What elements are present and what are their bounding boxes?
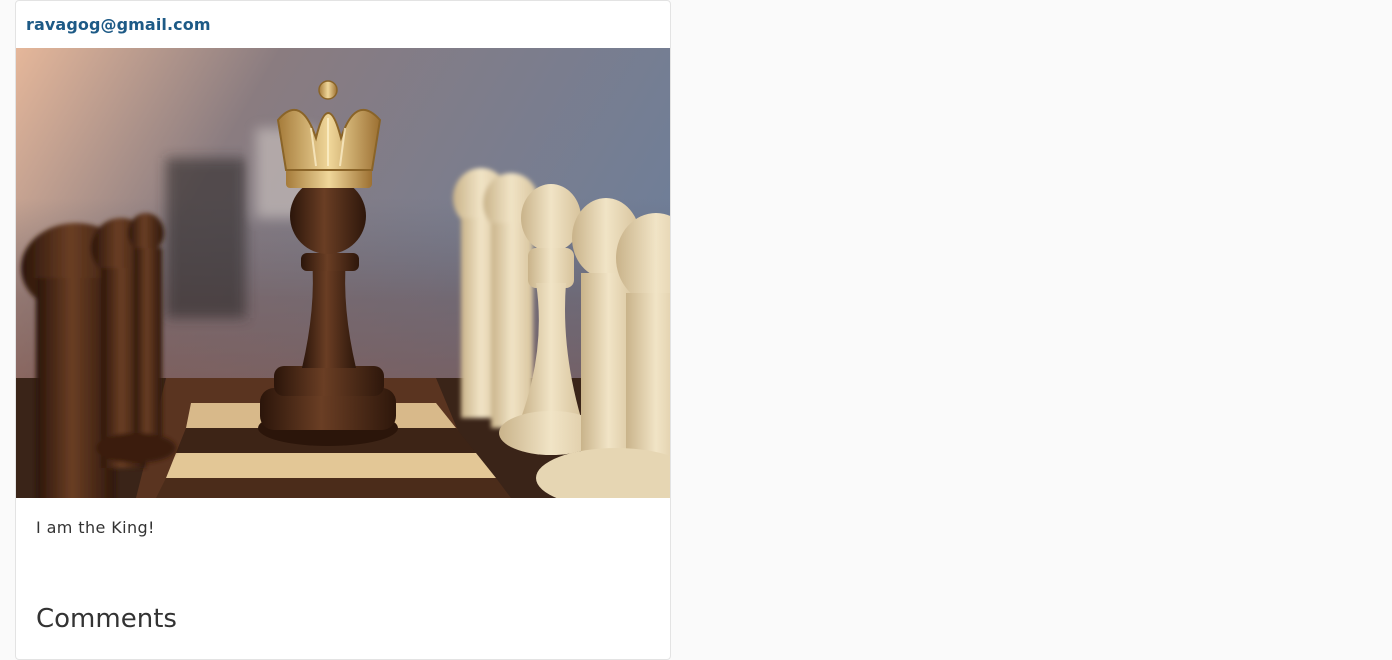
post-card: ravagog@gmail.com I am the King! Comment… <box>15 0 671 660</box>
post-caption: I am the King! <box>36 518 155 537</box>
post-header: ravagog@gmail.com <box>16 1 670 48</box>
post-image <box>16 48 670 498</box>
author-email-link[interactable]: ravagog@gmail.com <box>26 15 211 34</box>
comments-heading: Comments <box>36 604 177 634</box>
post-body: I am the King! Comments <box>16 498 670 659</box>
